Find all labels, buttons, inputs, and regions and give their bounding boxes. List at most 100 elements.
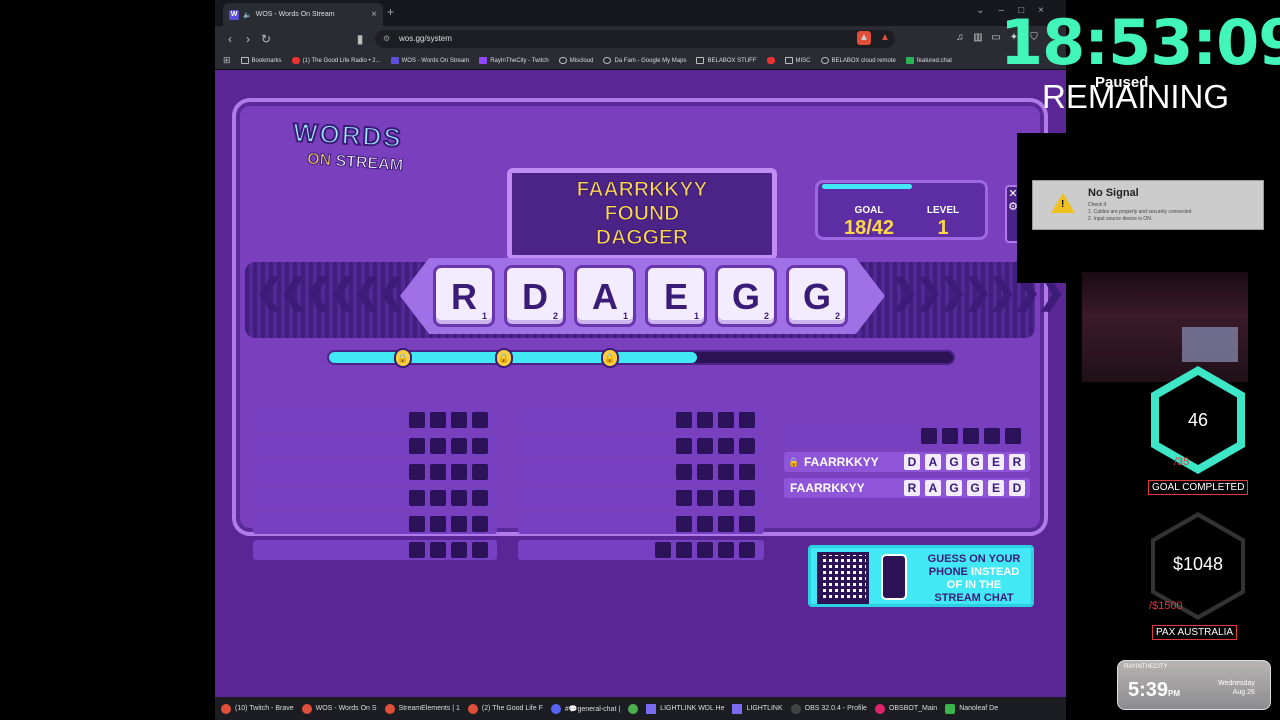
forward-icon[interactable]: › bbox=[239, 32, 257, 46]
taskbar-item[interactable]: LIGHTLINK WDL He bbox=[646, 703, 724, 714]
letter-slot bbox=[718, 464, 734, 480]
letter-slot bbox=[718, 412, 734, 428]
brave-rewards-icon[interactable]: ▲ bbox=[878, 31, 892, 45]
speaker-icon: 🔈 bbox=[243, 11, 252, 19]
letter-slot bbox=[472, 542, 488, 558]
letter-tile[interactable]: A1 bbox=[574, 265, 636, 327]
no-signal-title: No Signal bbox=[1088, 187, 1139, 199]
youtube-icon bbox=[766, 57, 775, 64]
bookmark-item[interactable]: (1) The Good Life Radio • 2... bbox=[291, 57, 381, 64]
player-name: FAARRKKYY bbox=[804, 455, 879, 469]
letter-slot bbox=[718, 542, 734, 558]
bookmark-item[interactable]: Miscloud bbox=[558, 57, 593, 64]
sidebar-icon[interactable]: ▥ bbox=[971, 31, 985, 45]
letter-slot bbox=[451, 516, 467, 532]
word-slot-row bbox=[784, 426, 1030, 446]
word-slot-row bbox=[253, 410, 497, 430]
webcam-feed bbox=[1082, 272, 1248, 382]
countdown-timer: 18:53:09 bbox=[1000, 6, 1280, 79]
letter-slot bbox=[472, 438, 488, 454]
taskbar-item[interactable]: WOS - Words On S bbox=[301, 703, 377, 714]
tile-points: 1 bbox=[622, 311, 628, 321]
word-slot-row bbox=[518, 462, 764, 482]
found-letter: D bbox=[904, 454, 920, 470]
letter-tile[interactable]: R1 bbox=[433, 265, 495, 327]
taskbar-item[interactable]: OBS 32.0.4 - Profile bbox=[790, 703, 867, 714]
no-signal-panel: ! No Signal Check if 1. Cables are prope… bbox=[1032, 180, 1264, 230]
letter-slot bbox=[739, 516, 755, 532]
found-letter: E bbox=[988, 454, 1004, 470]
youtube-icon bbox=[291, 57, 300, 64]
tab-title: WOS - Words On Stream bbox=[255, 11, 335, 18]
address-bar[interactable]: ⚙ wos.gg/system bbox=[375, 30, 895, 48]
letter-slot bbox=[676, 490, 692, 506]
clock-date: Aug 26 bbox=[1232, 689, 1255, 696]
qr-code[interactable] bbox=[817, 552, 869, 604]
word-slot-row bbox=[253, 462, 497, 482]
letter-slot bbox=[676, 542, 692, 558]
cloud-icon bbox=[558, 57, 567, 64]
taskbar-item[interactable]: #💬general-chat | bbox=[550, 703, 620, 714]
brave-icon bbox=[384, 703, 395, 714]
taskbar-item[interactable]: (10) Twitch - Brave bbox=[221, 703, 294, 714]
found-letter: R bbox=[1009, 454, 1025, 470]
letter-tile[interactable]: G2 bbox=[715, 265, 777, 327]
new-tab-button[interactable]: + bbox=[387, 5, 394, 19]
phone-icon bbox=[881, 554, 907, 600]
bookmark-item[interactable]: BELABOX cloud remote bbox=[820, 57, 896, 64]
browser-tab[interactable]: W 🔈 WOS - Words On Stream × bbox=[223, 3, 383, 26]
back-icon[interactable]: ‹ bbox=[221, 32, 239, 46]
letter-slot bbox=[676, 438, 692, 454]
apps-grid-icon[interactable]: ⊞ bbox=[223, 55, 231, 66]
bookmark-item[interactable]: RayInTheCity - Twitch bbox=[479, 57, 549, 64]
letter-tile[interactable]: D2 bbox=[504, 265, 566, 327]
word-slot-row bbox=[518, 488, 764, 508]
letter-slot bbox=[430, 542, 446, 558]
bookmark-item[interactable]: Bookmarks bbox=[240, 57, 282, 64]
letter-slot bbox=[697, 490, 713, 506]
word-slot-row bbox=[518, 540, 764, 560]
letter-slot bbox=[984, 428, 1000, 444]
obs-icon bbox=[790, 703, 801, 714]
letter-tile[interactable]: G2 bbox=[786, 265, 848, 327]
media-icon[interactable]: ♫ bbox=[953, 31, 967, 45]
found-letter: G bbox=[946, 480, 962, 496]
reload-icon[interactable]: ↻ bbox=[257, 32, 275, 46]
donation-amount: $1048 bbox=[1172, 554, 1224, 574]
letter-slot bbox=[739, 464, 755, 480]
word-slot-row bbox=[253, 488, 497, 508]
bookmark-item[interactable]: Da Fam - Google My Maps bbox=[603, 57, 686, 64]
site-info-icon[interactable]: ⚙ bbox=[383, 30, 390, 48]
taskbar-item[interactable]: (2) The Good Life F bbox=[467, 703, 543, 714]
close-tab-icon[interactable]: × bbox=[371, 9, 377, 20]
phone-guess-promo[interactable]: GUESS ON YOUR PHONE INSTEAD OF IN THE ST… bbox=[808, 545, 1034, 607]
taskbar-item[interactable]: StreamElements | 1 bbox=[384, 703, 460, 714]
bookmark-item[interactable]: WOS - Words On Stream bbox=[390, 57, 469, 64]
banner-found: FOUND bbox=[604, 202, 680, 226]
letter-slot bbox=[451, 464, 467, 480]
word-slot-row bbox=[518, 410, 764, 430]
lock-icon: 🔒 bbox=[601, 348, 619, 368]
letter-tile[interactable]: E1 bbox=[645, 265, 707, 327]
taskbar-item[interactable] bbox=[628, 703, 639, 714]
letter-slot bbox=[451, 438, 467, 454]
letter-slot bbox=[409, 542, 425, 558]
found-word-row: 🔒 FAARRKKYY D A G G E R bbox=[784, 452, 1030, 472]
taskbar-item[interactable]: LIGHTLINK bbox=[732, 703, 783, 714]
bookmark-item[interactable]: MISC bbox=[784, 57, 811, 64]
bookmark-icon[interactable]: ▮ bbox=[351, 32, 369, 46]
brave-shield-icon[interactable]: ▲ bbox=[857, 31, 871, 45]
letter-slot bbox=[430, 464, 446, 480]
letter-slot bbox=[739, 438, 755, 454]
letter-slot bbox=[676, 412, 692, 428]
lightlink-icon bbox=[646, 703, 657, 714]
taskbar-item[interactable]: Nanoleaf De bbox=[945, 703, 998, 714]
bookmark-item[interactable]: BELABOX STUFF bbox=[696, 57, 757, 64]
taskbar-item[interactable]: OBSBOT_Main bbox=[874, 703, 937, 714]
letter-slot bbox=[472, 490, 488, 506]
letter-slot bbox=[963, 428, 979, 444]
lock-icon: 🔒 bbox=[394, 348, 412, 368]
tile-points: 2 bbox=[763, 311, 769, 321]
bookmark-item[interactable]: featured.chat bbox=[905, 57, 952, 64]
bookmark-item[interactable] bbox=[766, 57, 775, 64]
